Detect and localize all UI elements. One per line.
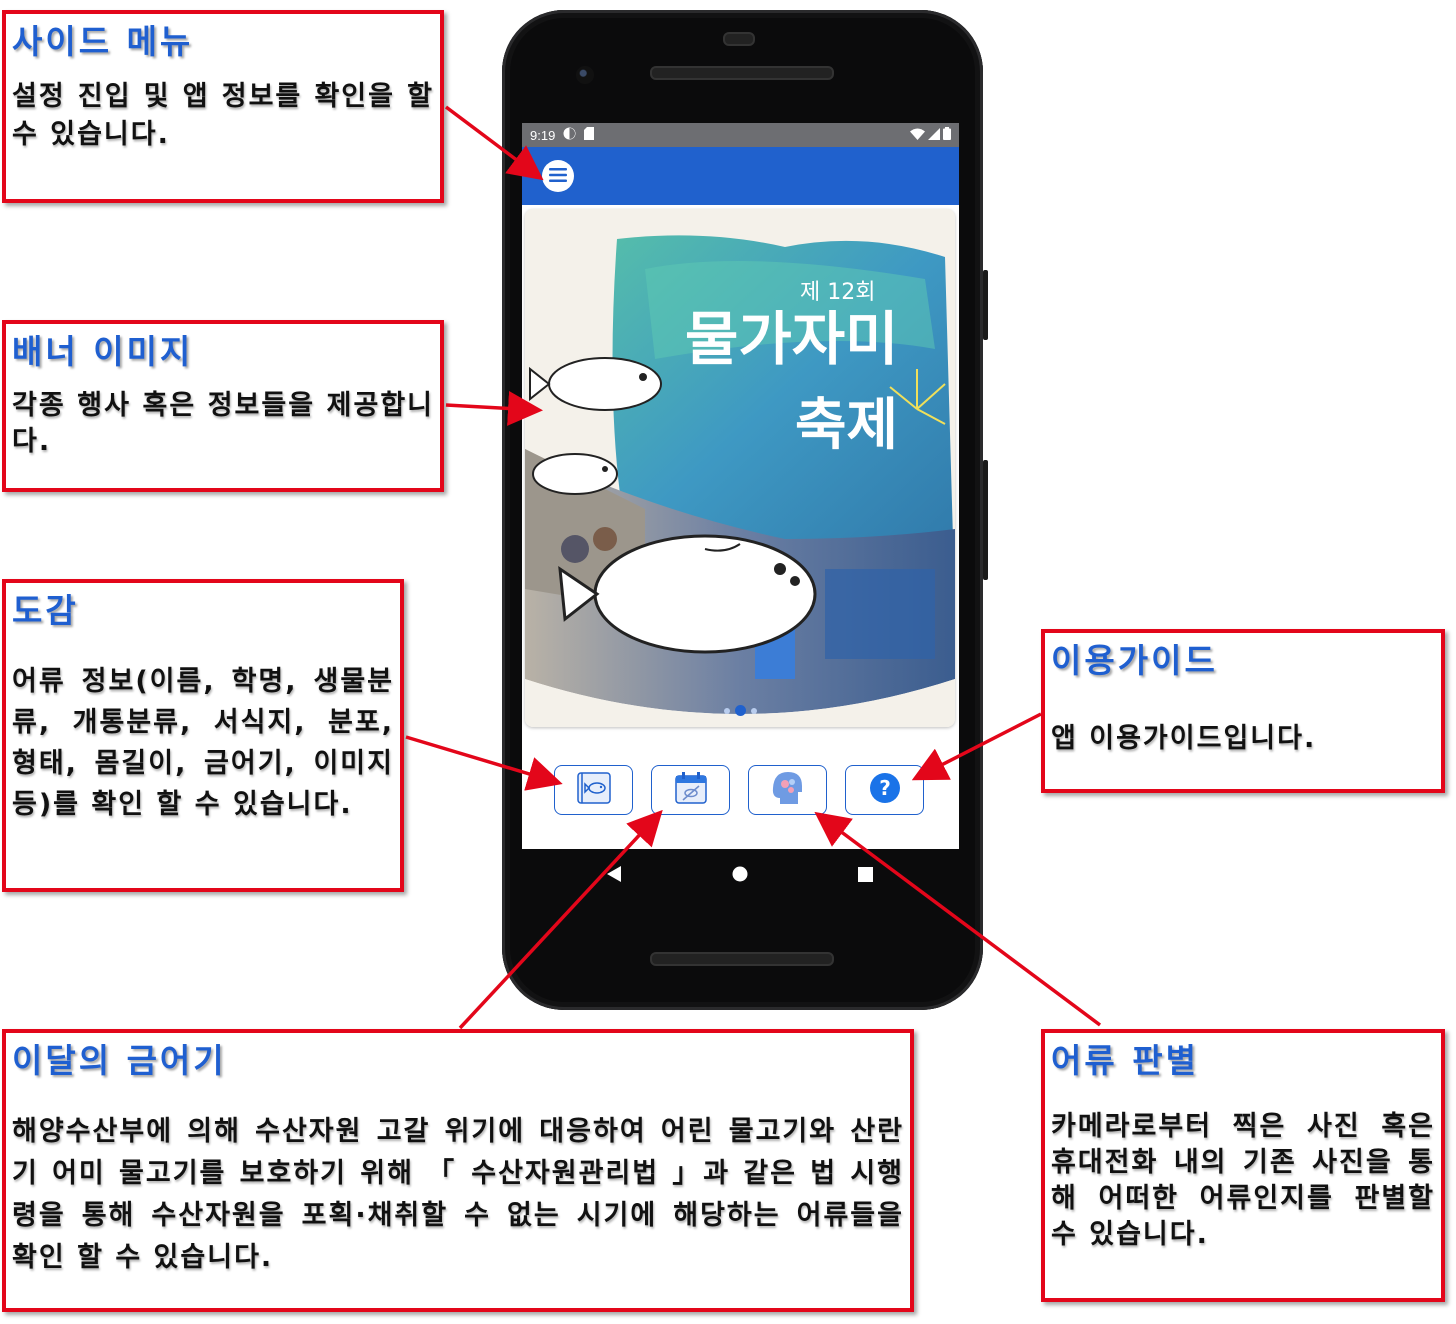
banner-title-line2: 축제 (795, 393, 898, 458)
callout-body: 카메라로부터 찍은 사진 혹은 휴대전화 내의 기존 사진을 통해 어떠한 어류… (1051, 1111, 1435, 1250)
callout-title: 도감 (12, 591, 79, 630)
fish-book-icon (574, 771, 614, 809)
menu-icon (549, 167, 567, 186)
callout-body: 각종 행사 혹은 정보들을 제공합니다. (12, 390, 434, 457)
banner-title-line1: 물가자미 (685, 305, 898, 373)
battery-icon (943, 127, 951, 143)
callout-title: 배너 이미지 (12, 332, 194, 371)
carousel-dot[interactable] (723, 707, 730, 714)
fish-illustration-2 (532, 453, 618, 495)
carousel-indicator (525, 705, 955, 716)
banner-image[interactable]: 제 12회 물가자미 축제 (525, 209, 955, 727)
carousel-dot[interactable] (750, 707, 757, 714)
callout-title: 어류 판별 (1051, 1041, 1199, 1080)
side-menu-button[interactable] (542, 160, 574, 192)
no-fishing-calendar-icon (673, 771, 709, 809)
back-icon[interactable] (607, 866, 621, 886)
app-bar (522, 147, 959, 205)
home-icon[interactable] (732, 866, 748, 886)
encyclopedia-button[interactable] (554, 765, 633, 815)
app-notification-icon (563, 127, 576, 143)
front-camera (576, 66, 594, 84)
system-navigation-bar (522, 849, 959, 899)
brain-head-icon (770, 770, 806, 810)
callout-title: 사이드 메뉴 (12, 22, 194, 61)
callout-body: 앱 이용가이드입니다. (1051, 723, 1317, 754)
callout-banner-image: 배너 이미지 각종 행사 혹은 정보들을 제공합니다. (2, 320, 444, 492)
power-button (983, 270, 988, 340)
carousel-dot-active[interactable] (734, 705, 746, 716)
user-guide-button[interactable]: ? (845, 765, 924, 815)
help-icon: ? (868, 771, 902, 809)
status-bar: 9:19 (522, 123, 959, 147)
recents-icon[interactable] (858, 867, 873, 886)
earpiece (723, 32, 755, 46)
fish-identify-button[interactable] (748, 765, 827, 815)
closed-season-button[interactable] (651, 765, 730, 815)
fish-illustration-1 (529, 357, 662, 411)
status-time: 9:19 (530, 127, 556, 143)
bottom-speaker (650, 952, 834, 966)
wifi-icon (910, 128, 925, 143)
svg-text:?: ? (879, 776, 891, 800)
banner-edition-text: 제 12회 (800, 280, 875, 305)
callout-fish-id: 어류 판별 카메라로부터 찍은 사진 혹은 휴대전화 내의 기존 사진을 통해 … (1041, 1029, 1445, 1302)
callout-title: 이달의 금어기 (12, 1041, 227, 1080)
callout-encyclopedia: 도감 어류 정보(이름, 학명, 생물분류, 개통분류, 서식지, 분포, 형태… (2, 579, 404, 892)
volume-button (983, 460, 988, 580)
callout-body: 어류 정보(이름, 학명, 생물분류, 개통분류, 서식지, 분포, 형태, 몸… (12, 666, 394, 820)
callout-body: 설정 진입 및 앱 정보를 확인을 할 수 있습니다. (12, 81, 434, 150)
phone-screen: 9:19 제 12회 물가자미 축제 ? (522, 123, 959, 849)
top-speaker (650, 66, 834, 80)
callout-closed-season: 이달의 금어기 해양수산부에 의해 수산자원 고갈 위기에 대응하여 어린 물고… (2, 1029, 914, 1312)
callout-user-guide: 이용가이드 앱 이용가이드입니다. (1041, 629, 1445, 793)
sd-card-icon (584, 127, 595, 143)
callout-title: 이용가이드 (1051, 641, 1218, 680)
callout-side-menu: 사이드 메뉴 설정 진입 및 앱 정보를 확인을 할 수 있습니다. (2, 10, 444, 203)
signal-icon (928, 127, 940, 143)
callout-body: 해양수산부에 의해 수산자원 고갈 위기에 대응하여 어린 물고기와 산란기 어… (12, 1116, 904, 1273)
banner-artwork: 제 12회 물가자미 축제 (525, 235, 955, 727)
